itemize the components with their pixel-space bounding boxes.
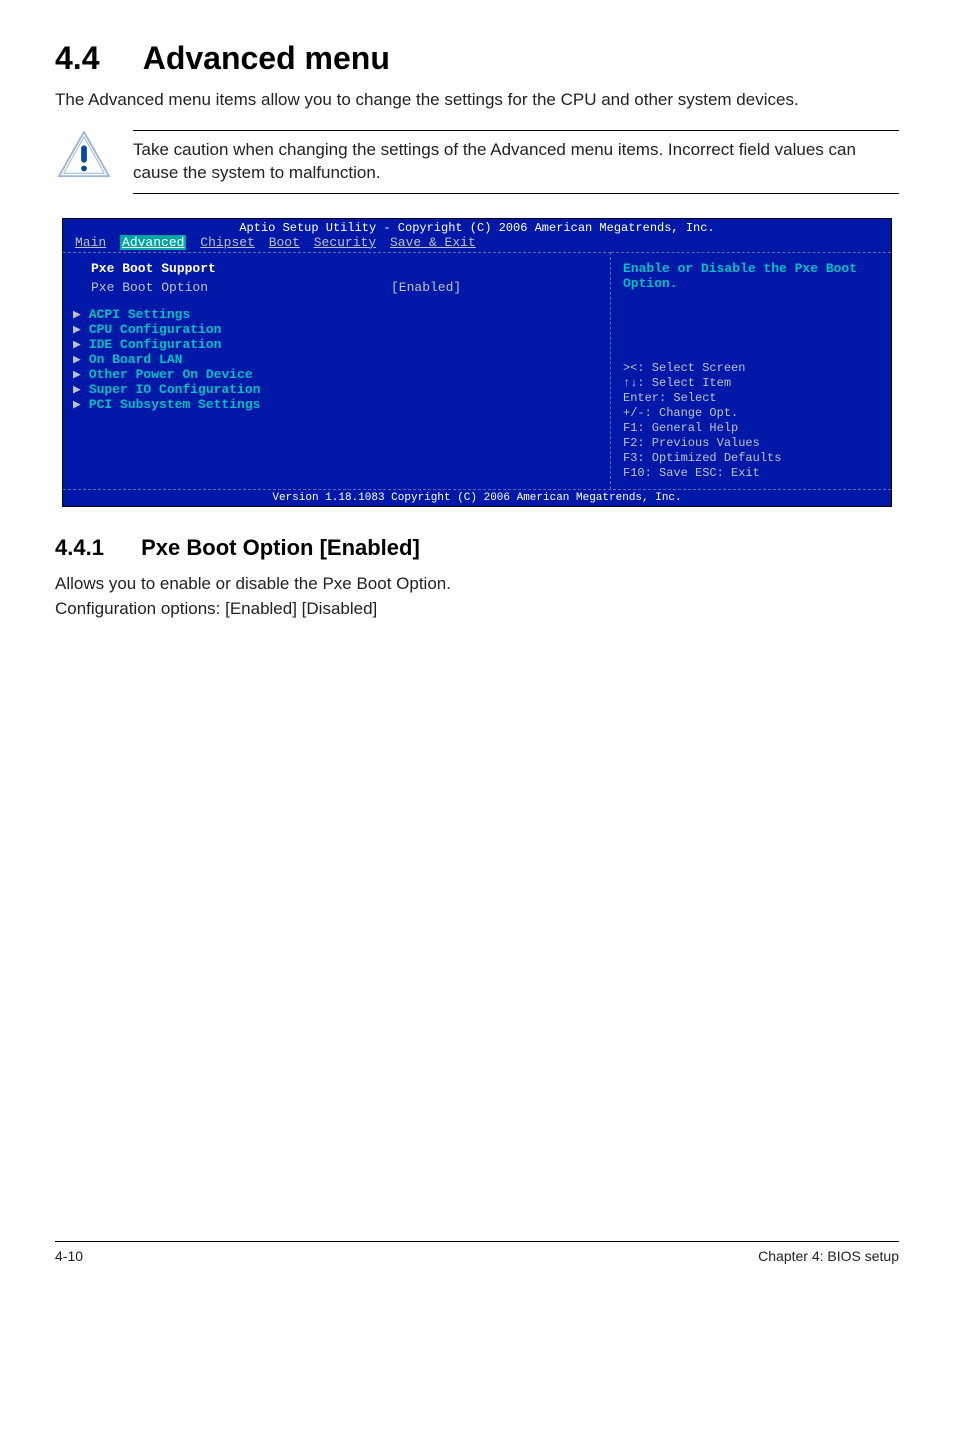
key-row: ><: Select Screen [623,361,879,376]
submenu-arrow-icon: ▶ [73,352,81,367]
bios-help-text: Enable or Disable the Pxe Boot Option. [623,261,879,291]
bios-menubar: Main Advanced Chipset Boot Security Save… [63,235,891,252]
caution-note: Take caution when changing the settings … [55,130,899,194]
bios-left-pane: Pxe Boot Support Pxe Boot Option [Enable… [63,252,611,489]
bios-main-panel: Pxe Boot Support Pxe Boot Option [Enable… [63,252,891,489]
menu-advanced: Advanced [120,235,186,250]
submenu-arrow-icon: ▶ [73,397,81,412]
key-row: F1: General Help [623,421,879,436]
submenu-arrow-icon: ▶ [73,382,81,397]
caution-icon [55,130,113,180]
menu-chipset: Chipset [200,235,255,250]
submenu-label: IDE Configuration [89,337,222,352]
key-row: F3: Optimized Defaults [623,451,879,466]
subsection-number: 4.4.1 [55,535,135,561]
bios-support-label: Pxe Boot Support [91,261,598,276]
menu-security: Security [314,235,376,250]
bios-submenu-item: ▶ Super IO Configuration [73,382,598,397]
menu-save-exit: Save & Exit [390,235,476,250]
key-row: +/-: Change Opt. [623,406,879,421]
bios-header: Aptio Setup Utility - Copyright (C) 2006… [63,219,891,235]
submenu-label: CPU Configuration [89,322,222,337]
bios-footer: Version 1.18.1083 Copyright (C) 2006 Ame… [63,489,891,506]
key-row: F2: Previous Values [623,436,879,451]
chapter-label: Chapter 4: BIOS setup [758,1248,899,1264]
menu-boot: Boot [269,235,300,250]
submenu-arrow-icon: ▶ [73,337,81,352]
subsection-heading: 4.4.1 Pxe Boot Option [Enabled] [55,535,899,561]
section-intro: The Advanced menu items allow you to cha… [55,89,899,112]
subsection-para: Configuration options: [Enabled] [Disabl… [55,598,899,621]
submenu-label: ACPI Settings [89,307,190,322]
page-footer: 4-10 Chapter 4: BIOS setup [55,1241,899,1264]
bios-submenu-item: ▶ Other Power On Device [73,367,598,382]
menu-main: Main [75,235,106,250]
submenu-arrow-icon: ▶ [73,367,81,382]
submenu-label: Other Power On Device [89,367,253,382]
page-number: 4-10 [55,1248,83,1264]
caution-text: Take caution when changing the settings … [133,130,899,194]
bios-submenu-item: ▶ ACPI Settings [73,307,598,322]
submenu-label: On Board LAN [89,352,183,367]
bios-submenu-item: ▶ PCI Subsystem Settings [73,397,598,412]
bios-key-legend: ><: Select Screen ↑↓: Select Item Enter:… [623,361,879,481]
subsection-title-text: Pxe Boot Option [Enabled] [141,535,420,560]
bios-option-label: Pxe Boot Option [91,280,391,295]
submenu-label: Super IO Configuration [89,382,261,397]
subsection-para: Allows you to enable or disable the Pxe … [55,573,899,596]
submenu-label: PCI Subsystem Settings [89,397,261,412]
key-row: ↑↓: Select Item [623,376,879,391]
bios-submenu-item: ▶ On Board LAN [73,352,598,367]
bios-option-value: [Enabled] [391,280,461,295]
section-title-text: Advanced menu [143,40,390,76]
bios-screenshot: Aptio Setup Utility - Copyright (C) 2006… [62,218,892,507]
bios-submenu-item: ▶ IDE Configuration [73,337,598,352]
section-heading: 4.4 Advanced menu [55,40,899,77]
submenu-arrow-icon: ▶ [73,322,81,337]
submenu-arrow-icon: ▶ [73,307,81,322]
section-number: 4.4 [55,40,135,77]
bios-help-pane: Enable or Disable the Pxe Boot Option. >… [611,252,891,489]
key-row: Enter: Select [623,391,879,406]
key-row: F10: Save ESC: Exit [623,466,879,481]
bios-submenu-item: ▶ CPU Configuration [73,322,598,337]
